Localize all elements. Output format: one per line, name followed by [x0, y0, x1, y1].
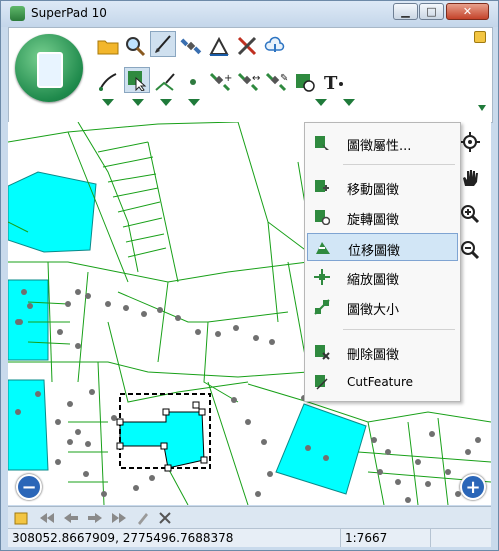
gps-edit-icon[interactable]: ✎: [264, 69, 290, 95]
resize-feature-icon: [313, 298, 331, 316]
next-page-icon[interactable]: [86, 509, 104, 526]
feature-context-menu: 圖徵屬性... 移動圖徵 旋轉圖徵 位移圖徵 縮放圖徵 圖徵大小 刪除圖徵 Cu…: [304, 122, 461, 402]
edit-line-dropdown-icon[interactable]: [160, 99, 172, 106]
first-page-icon[interactable]: [38, 509, 56, 526]
menu-item-label: 移動圖徵: [347, 183, 400, 198]
app-logo[interactable]: [15, 34, 83, 102]
folder-icon[interactable]: [95, 33, 121, 59]
edit-attribute-icon[interactable]: [134, 509, 152, 526]
app-icon: [10, 6, 25, 21]
scale-feature-icon: [313, 268, 331, 286]
cloud-icon[interactable]: [262, 33, 288, 59]
menu-item-label: 圖徵大小: [347, 303, 400, 318]
prev-page-icon[interactable]: [62, 509, 80, 526]
scale-readout: 1:7667: [341, 529, 431, 547]
cut-feature-icon: [313, 373, 331, 391]
zoom-in-tool-icon[interactable]: [460, 204, 482, 226]
close-button[interactable]: ✕: [446, 3, 489, 20]
magnifier-icon[interactable]: [122, 33, 148, 59]
lock-icon[interactable]: [474, 31, 486, 43]
menu-item-move-feature[interactable]: 移動圖徵: [307, 173, 458, 201]
maximize-button[interactable]: □: [419, 3, 444, 20]
coordinate-readout: 308052.8667909, 2775496.7688378: [8, 529, 341, 547]
point-icon[interactable]: [180, 69, 206, 95]
svg-text:✎: ✎: [280, 73, 288, 84]
select-dropdown-icon[interactable]: [132, 99, 144, 106]
edit-line-icon[interactable]: [152, 69, 178, 95]
feature-edit-dropdown-icon[interactable]: [315, 99, 327, 106]
svg-text:↔: ↔: [252, 73, 260, 84]
menu-item-resize-feature[interactable]: 圖徵大小: [307, 293, 458, 321]
pen-icon[interactable]: [150, 31, 176, 57]
menu-item-label: 圖徵屬性...: [347, 139, 412, 154]
minimize-button[interactable]: ▁: [393, 3, 418, 20]
draw-dropdown-icon[interactable]: [102, 99, 114, 106]
menu-item-label: 旋轉圖徵: [347, 213, 400, 228]
menu-item-label: 刪除圖徵: [347, 348, 400, 363]
navigation-bar: [8, 506, 491, 529]
gps-locate-icon[interactable]: [460, 132, 482, 154]
point-dropdown-icon[interactable]: [188, 99, 200, 106]
menu-item-scale-feature[interactable]: 縮放圖徵: [307, 263, 458, 291]
zoom-in-button[interactable]: +: [460, 474, 486, 500]
feature-edit-icon[interactable]: [292, 69, 318, 95]
text-dropdown-icon[interactable]: [343, 99, 355, 106]
text-icon[interactable]: T: [320, 69, 346, 95]
menu-separator: [343, 164, 455, 165]
feature-properties-icon: [313, 134, 331, 152]
menu-item-delete-feature[interactable]: 刪除圖徵: [307, 338, 458, 366]
menu-item-label: CutFeature: [347, 375, 414, 389]
tools-icon[interactable]: [234, 33, 260, 59]
title-bar[interactable]: SuperPad 10 ▁ □ ✕: [1, 1, 498, 27]
menu-item-label: 縮放圖徵: [347, 273, 400, 288]
menu-item-offset-feature[interactable]: 位移圖徵: [307, 233, 458, 261]
svg-text:+: +: [224, 73, 232, 84]
main-toolbar: + ↔ ✎ T: [8, 27, 493, 123]
gps-move-icon[interactable]: ↔: [236, 69, 262, 95]
clear-selection-icon[interactable]: [156, 509, 174, 526]
rotate-feature-icon: [313, 208, 331, 226]
zoom-out-button[interactable]: −: [16, 474, 42, 500]
menu-item-rotate-feature[interactable]: 旋轉圖徵: [307, 203, 458, 231]
satellite-icon[interactable]: [178, 33, 204, 59]
offset-feature-icon: [314, 239, 332, 257]
pan-hand-icon[interactable]: [460, 168, 482, 190]
window-title: SuperPad 10: [31, 6, 107, 20]
draw-icon[interactable]: [95, 69, 121, 95]
svg-text:T: T: [324, 73, 338, 93]
menu-item-cut-feature[interactable]: CutFeature: [307, 368, 458, 396]
toolbar-expand-icon[interactable]: [478, 105, 486, 111]
menu-separator: [343, 329, 455, 330]
status-bar: 308052.8667909, 2775496.7688378 1:7667: [8, 528, 491, 547]
last-page-icon[interactable]: [110, 509, 128, 526]
zoom-out-tool-icon[interactable]: [460, 240, 482, 262]
menu-item-label: 位移圖徵: [348, 244, 401, 259]
move-feature-icon: [313, 178, 331, 196]
menu-item-feature-properties[interactable]: 圖徵屬性...: [307, 129, 458, 157]
layer-icon[interactable]: [12, 509, 30, 526]
gps-add-icon[interactable]: +: [208, 69, 234, 95]
measure-icon[interactable]: [206, 33, 232, 59]
delete-feature-icon: [313, 343, 331, 361]
select-icon[interactable]: [124, 67, 150, 93]
